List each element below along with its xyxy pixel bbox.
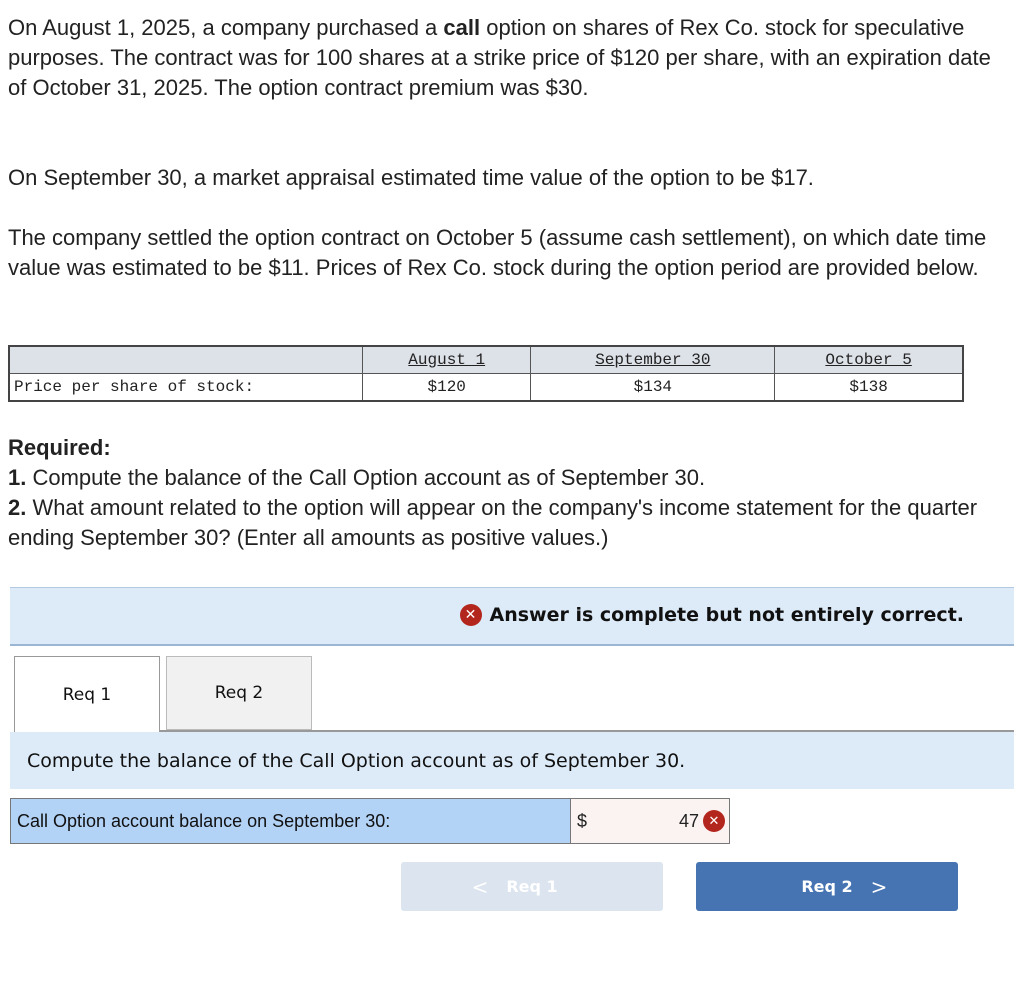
intro-text-start: On August 1, 2025, a company purchased a [8, 15, 444, 40]
x-circle-icon: ✕ [459, 604, 482, 626]
prev-button-label: Req 1 [506, 877, 558, 896]
header-august-1: August 1 [408, 351, 486, 369]
table-header-row: August 1 September 30 October 5 [8, 345, 965, 374]
table-header-cell: August 1 [361, 345, 532, 374]
required-item-text: Compute the balance of the Call Option a… [26, 465, 706, 490]
table-header-cell: September 30 [530, 345, 776, 374]
table-header-cell: October 5 [774, 345, 965, 374]
price-september-30: $134 [530, 373, 776, 402]
chevron-right-icon: > [870, 874, 888, 899]
header-september-30: September 30 [595, 351, 711, 369]
currency-symbol: $ [577, 810, 588, 831]
prev-req-1-button[interactable]: < Req 1 > [401, 862, 663, 911]
required-item-1: 1. Compute the balance of the Call Optio… [8, 463, 1008, 493]
answer-value-input[interactable]: 47 [591, 811, 699, 832]
chevron-left-icon: < [471, 874, 489, 899]
table-header-blank [8, 345, 363, 374]
problem-appraisal: On September 30, a market appraisal esti… [8, 165, 814, 190]
problem-intro: On August 1, 2025, a company purchased a… [8, 13, 998, 103]
feedback-content: ✕ Answer is complete but not entirely co… [459, 604, 964, 626]
required-item-number: 1. [8, 465, 27, 490]
next-button-label: Req 2 [801, 877, 853, 896]
feedback-message: Answer is complete but not entirely corr… [489, 604, 964, 626]
answer-label: Call Option account balance on September… [11, 799, 571, 843]
next-req-2-button[interactable]: < Req 2 > [696, 862, 958, 911]
header-october-5: October 5 [825, 351, 912, 369]
instruction-panel: Compute the balance of the Call Option a… [10, 732, 1014, 789]
instruction-text: Compute the balance of the Call Option a… [27, 750, 686, 772]
required-section: Required: 1. Compute the balance of the … [8, 433, 1008, 553]
tab-req-2[interactable]: Req 2 [166, 656, 312, 730]
intro-bold-call: call [443, 15, 481, 40]
required-title: Required: [8, 435, 111, 460]
answer-row: Call Option account balance on September… [10, 798, 730, 844]
feedback-banner: ✕ Answer is complete but not entirely co… [10, 587, 1014, 646]
problem-settlement: The company settled the option contract … [8, 225, 987, 280]
price-october-5: $138 [774, 373, 965, 402]
required-item-number: 2. [8, 495, 27, 520]
requirement-tabs: Req 1 Req 2 [14, 656, 312, 732]
incorrect-x-icon: ✕ [703, 810, 725, 832]
stock-price-table: August 1 September 30 October 5 Price pe… [8, 345, 965, 402]
tab-req-1[interactable]: Req 1 [14, 656, 160, 732]
required-item-text: What amount related to the option will a… [8, 495, 978, 550]
price-august-1: $120 [361, 373, 532, 402]
table-row: Price per share of stock: $120 $134 $138 [8, 373, 965, 402]
required-item-2: 2. What amount related to the option wil… [8, 493, 1008, 553]
row-label: Price per share of stock: [8, 373, 363, 402]
answer-input-cell[interactable]: $ 47 ✕ [571, 799, 729, 843]
